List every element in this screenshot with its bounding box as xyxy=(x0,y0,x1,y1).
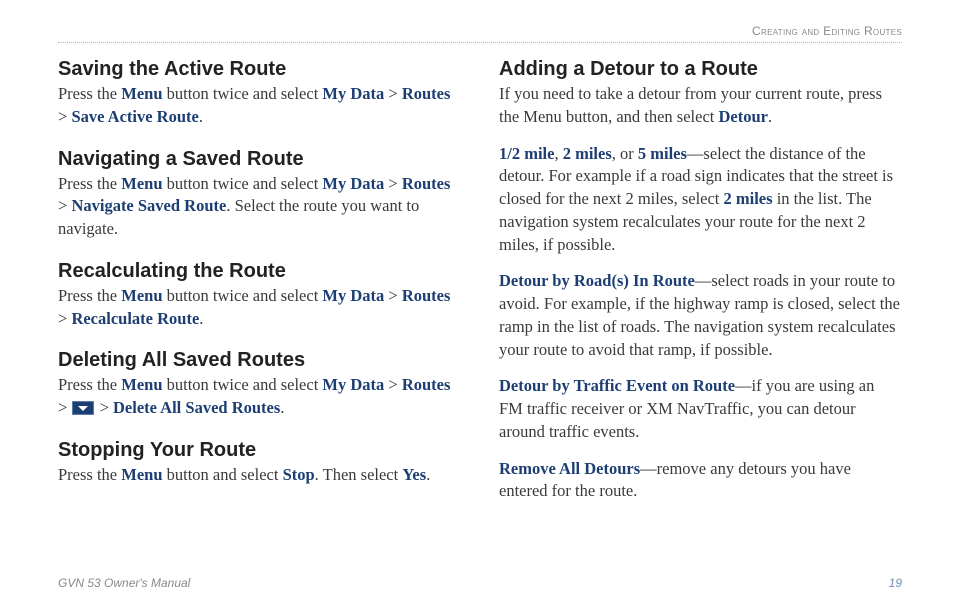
content-columns: Saving the Active Route Press the Menu b… xyxy=(58,57,902,503)
dropdown-icon xyxy=(72,401,94,415)
opt-2-miles-ex: 2 miles xyxy=(724,189,773,208)
para-saving-active-route: Press the Menu button twice and select M… xyxy=(58,83,461,129)
ui-my-data: My Data xyxy=(322,84,384,103)
ui-my-data: My Data xyxy=(322,375,384,394)
ui-routes: Routes xyxy=(402,375,451,394)
ui-routes: Routes xyxy=(402,84,451,103)
page-footer: GVN 53 Owner's Manual 19 xyxy=(58,576,902,590)
opt-half-mile: 1/2 mile xyxy=(499,144,554,163)
para-navigating-saved-route: Press the Menu button twice and select M… xyxy=(58,173,461,241)
heading-deleting-saved-routes: Deleting All Saved Routes xyxy=(58,348,461,372)
heading-recalculating-route: Recalculating the Route xyxy=(58,259,461,283)
ui-my-data: My Data xyxy=(322,174,384,193)
ui-save-active-route: Save Active Route xyxy=(71,107,198,126)
ui-detour: Detour xyxy=(719,107,768,126)
para-detour-intro: If you need to take a detour from your c… xyxy=(499,83,902,129)
ui-delete-all-saved-routes: Delete All Saved Routes xyxy=(113,398,280,417)
opt-remove-detours: Remove All Detours xyxy=(499,459,640,478)
ui-routes: Routes xyxy=(402,286,451,305)
heading-navigating-saved-route: Navigating a Saved Route xyxy=(58,147,461,171)
para-detour-distance: 1/2 mile, 2 miles, or 5 miles—select the… xyxy=(499,143,902,257)
opt-detour-by-road: Detour by Road(s) In Route xyxy=(499,271,695,290)
page-header: Creating and Editing Routes xyxy=(58,24,902,43)
ui-menu: Menu xyxy=(121,375,162,394)
para-stopping-route: Press the Menu button and select Stop. T… xyxy=(58,464,461,487)
para-recalculating-route: Press the Menu button twice and select M… xyxy=(58,285,461,331)
ui-navigate-saved-route: Navigate Saved Route xyxy=(71,196,226,215)
ui-yes: Yes xyxy=(402,465,426,484)
manual-title: GVN 53 Owner's Manual xyxy=(58,576,190,590)
ui-stop: Stop xyxy=(283,465,315,484)
para-remove-detours: Remove All Detours—remove any detours yo… xyxy=(499,458,902,504)
ui-routes: Routes xyxy=(402,174,451,193)
para-deleting-saved-routes: Press the Menu button twice and select M… xyxy=(58,374,461,420)
heading-stopping-route: Stopping Your Route xyxy=(58,438,461,462)
ui-menu: Menu xyxy=(121,174,162,193)
right-column: Adding a Detour to a Route If you need t… xyxy=(499,57,902,503)
para-detour-by-road: Detour by Road(s) In Route—select roads … xyxy=(499,270,902,361)
opt-2-miles: 2 miles xyxy=(563,144,612,163)
heading-saving-active-route: Saving the Active Route xyxy=(58,57,461,81)
page-number: 19 xyxy=(889,576,902,590)
heading-adding-detour: Adding a Detour to a Route xyxy=(499,57,902,81)
opt-5-miles: 5 miles xyxy=(638,144,687,163)
ui-recalculate-route: Recalculate Route xyxy=(71,309,199,328)
ui-my-data: My Data xyxy=(322,286,384,305)
ui-menu: Menu xyxy=(121,465,162,484)
left-column: Saving the Active Route Press the Menu b… xyxy=(58,57,461,503)
section-title: Creating and Editing Routes xyxy=(752,24,902,38)
opt-detour-by-traffic: Detour by Traffic Event on Route xyxy=(499,376,735,395)
ui-menu: Menu xyxy=(121,286,162,305)
ui-menu: Menu xyxy=(121,84,162,103)
para-detour-by-traffic: Detour by Traffic Event on Route—if you … xyxy=(499,375,902,443)
